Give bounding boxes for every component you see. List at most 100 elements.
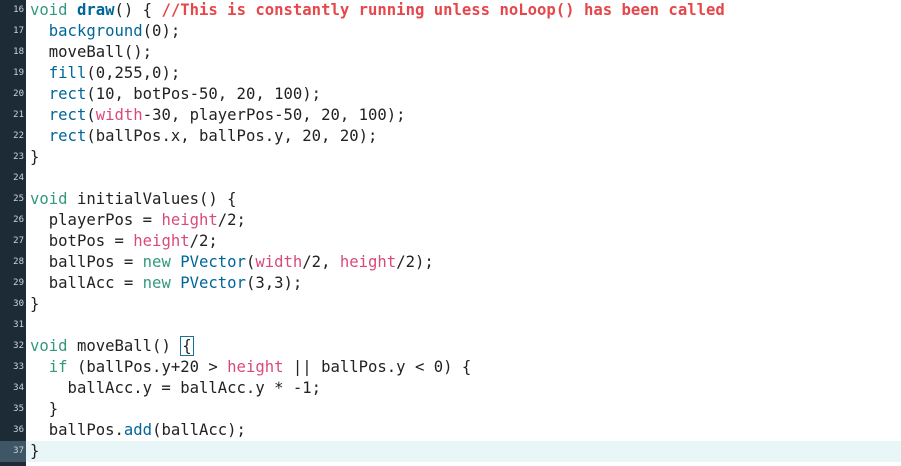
line-number: 19 [13,68,24,78]
line-number: 36 [13,425,24,435]
code-line[interactable]: 22 rect(ballPos.x, ballPos.y, 20, 20); [0,126,901,147]
code-token: width [255,253,303,271]
code-token: ballAcc.y = ballAcc.y * -1; [30,379,322,397]
code-token: /2; [217,211,246,229]
code-line[interactable]: 36 ballPos.add(ballAcc); [0,420,901,441]
line-number: 33 [13,362,24,372]
code-text-area[interactable]: 16 void draw() { //This is constantly run… [0,0,901,462]
line-number: 32 [13,341,24,351]
line-number: 29 [13,278,24,288]
line-number: 26 [13,215,24,225]
code-line-text[interactable]: } [26,294,901,315]
code-line-text[interactable]: rect(ballPos.x, ballPos.y, 20, 20); [26,126,901,147]
code-line[interactable]: 17 background(0); [0,21,901,42]
code-line[interactable]: 33 if (ballPos.y+20 > height || ballPos.… [0,357,901,378]
code-line-text[interactable]: background(0); [26,21,901,42]
code-line-text[interactable]: botPos = height/2; [26,231,901,252]
code-line-text[interactable] [26,315,901,336]
code-token: ( [245,253,256,271]
code-line-text[interactable]: } [26,147,901,168]
code-token: void [30,190,68,208]
code-line-text[interactable]: ballAcc = new PVector(3,3); [26,273,901,294]
line-number: 37 [0,441,26,462]
code-line[interactable]: 26 playerPos = height/2; [0,210,901,231]
code-line[interactable]: 21 rect(width-30, playerPos-50, 20, 100)… [0,105,901,126]
code-line[interactable]: 20 rect(10, botPos-50, 20, 100); [0,84,901,105]
code-token: (3,3); [245,274,303,292]
code-line[interactable]: 28 ballPos = new PVector(width/2, height… [0,252,901,273]
code-line-text[interactable]: ballAcc.y = ballAcc.y * -1; [26,378,901,399]
line-number: 30 [13,299,24,309]
line-number: 17 [13,26,24,36]
code-token: height [227,358,284,376]
code-token: (10, botPos-50, 20, 100); [86,85,322,103]
code-token: void [30,1,68,19]
code-token: ballPos = [30,253,143,271]
code-line-text[interactable]: } [26,399,901,420]
code-line[interactable]: 31 [0,315,901,336]
code-line[interactable]: 18 moveBall(); [0,42,901,63]
code-line[interactable]: 35 } [0,399,901,420]
code-editor[interactable]: 16 void draw() { //This is constantly run… [0,0,901,466]
code-line-text[interactable]: void initialValues() { [26,189,901,210]
code-line-text[interactable]: rect(width-30, playerPos-50, 20, 100); [26,105,901,126]
code-line[interactable]: 30} [0,294,901,315]
code-token: /2); [396,253,434,271]
code-token: width [95,106,143,124]
code-line-text[interactable]: fill(0,255,0); [26,63,901,84]
code-token: //This is constantly running unless noLo… [161,1,725,19]
code-token: () { [114,1,162,19]
code-line[interactable]: 29 ballAcc = new PVector(3,3); [0,273,901,294]
bracket-match-highlight: { [180,336,194,356]
line-number: 35 [13,404,24,414]
code-token: } [30,442,40,460]
code-line-text[interactable]: void moveBall() { [26,336,901,357]
code-token: new [142,274,171,292]
code-line[interactable]: 16 void draw() { //This is constantly run… [0,0,901,21]
code-line-text[interactable]: } [26,441,901,462]
code-line[interactable]: 25 void initialValues() { [0,189,901,210]
code-token: new [142,253,171,271]
line-number: 20 [13,89,24,99]
line-number: 28 [13,257,24,267]
code-token: rect [48,106,87,124]
code-line[interactable]: 23} [0,147,901,168]
line-number: 22 [13,131,24,141]
code-line[interactable]: 19 fill(0,255,0); [0,63,901,84]
code-line-text[interactable]: rect(10, botPos-50, 20, 100); [26,84,901,105]
code-token: } [30,148,40,166]
code-line-text[interactable]: ballPos.add(ballAcc); [26,420,901,441]
code-token: if [48,358,68,376]
code-token: PVector [180,274,246,292]
code-token: PVector [180,253,246,271]
code-line[interactable]: 24 [0,168,901,189]
code-line-text[interactable]: void draw() { //This is constantly runni… [26,0,901,21]
code-line[interactable]: 27 botPos = height/2; [0,231,901,252]
code-token: /2; [189,232,218,250]
code-line-text[interactable]: moveBall(); [26,42,901,63]
code-line[interactable]: 37} [0,441,901,462]
line-number: 23 [13,152,24,162]
code-line-text[interactable]: ballPos = new PVector(width/2, height/2)… [26,252,901,273]
code-token: moveBall() [67,337,181,355]
code-token: ballPos. [30,421,124,439]
code-token: -30, playerPos-50, 20, 100); [142,106,406,124]
line-number: 24 [13,173,24,183]
code-token: || ballPos.y < 0) { [283,358,472,376]
code-token: height [161,211,218,229]
line-number: 34 [13,383,24,393]
line-number: 16 [13,5,24,15]
code-line[interactable]: 32 void moveBall() { [0,336,901,357]
code-line-text[interactable] [26,168,901,189]
code-token: fill [48,64,87,82]
line-number: 31 [13,320,24,330]
code-line-text[interactable]: if (ballPos.y+20 > height || ballPos.y <… [26,357,901,378]
code-line-text[interactable]: playerPos = height/2; [26,210,901,231]
code-token: } [30,400,59,418]
code-line[interactable]: 34 ballAcc.y = ballAcc.y * -1; [0,378,901,399]
